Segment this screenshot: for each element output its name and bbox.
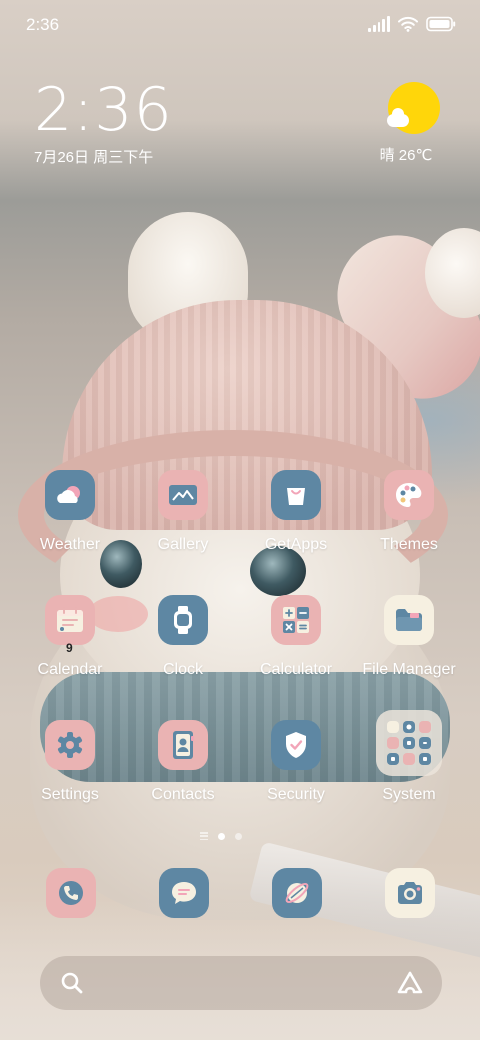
phone-icon[interactable] <box>46 868 96 918</box>
weather-text: 晴 26℃ <box>379 147 433 164</box>
contacts-book-icon <box>158 720 208 770</box>
shopping-bag-icon <box>271 470 321 520</box>
weather-icon <box>45 470 95 520</box>
calendar-day-badge: 9 <box>66 641 73 655</box>
app-getapps[interactable]: GetApps <box>236 470 356 580</box>
folder-icon <box>384 595 434 645</box>
wifi-icon <box>398 16 418 32</box>
app-label: Security <box>267 786 325 803</box>
app-label: Contacts <box>151 786 215 803</box>
status-icons <box>368 14 456 34</box>
app-label: Calendar <box>37 661 103 678</box>
watch-icon <box>158 595 208 645</box>
camera-icon[interactable] <box>385 868 435 918</box>
page-dot <box>235 832 242 840</box>
app-label: Clock <box>162 661 203 678</box>
app-label: Themes <box>380 536 438 553</box>
status-bar: 2:36 <box>0 0 480 50</box>
app-weather[interactable]: Weather <box>10 470 130 580</box>
app-label: Gallery <box>157 536 209 553</box>
signal-icon <box>368 16 390 32</box>
battery-icon <box>426 16 456 32</box>
message-bubble-icon[interactable] <box>159 868 209 918</box>
app-label: Weather <box>39 536 101 553</box>
app-security[interactable]: Security <box>236 720 356 830</box>
gallery-icon <box>158 470 208 520</box>
partly-sunny-icon <box>387 82 440 134</box>
search-bar[interactable] <box>40 956 442 1010</box>
app-label: GetApps <box>264 536 328 553</box>
app-label: Calculator <box>259 661 333 678</box>
app-clock[interactable]: Clock <box>123 595 243 705</box>
dock <box>0 868 480 918</box>
search-icon <box>60 971 84 1000</box>
app-calendar[interactable]: 9 Calendar <box>10 595 130 705</box>
app-file-manager[interactable]: File Manager <box>349 595 469 705</box>
page-dot-active <box>218 832 225 840</box>
shield-icon <box>271 720 321 770</box>
clock-widget[interactable]: 2:36 7月26日 周三下午 <box>34 78 173 167</box>
clock-time: 2:36 <box>34 75 173 145</box>
weather-widget[interactable]: 晴 26℃ <box>380 82 444 165</box>
palette-icon <box>384 470 434 520</box>
app-system-folder[interactable]: System <box>349 710 469 820</box>
calculator-icon <box>271 595 321 645</box>
assistant-icon[interactable] <box>396 970 424 1001</box>
globe-icon[interactable] <box>272 868 322 918</box>
page-indicator[interactable] <box>200 830 250 842</box>
page-list-icon <box>200 832 208 840</box>
clock-date: 7月26日 周三下午 <box>34 149 154 166</box>
app-label: File Manager <box>362 661 456 678</box>
app-label: Settings <box>41 786 99 803</box>
status-time: 2:36 <box>26 15 60 34</box>
app-settings[interactable]: Settings <box>10 720 130 830</box>
calendar-icon: 9 <box>45 595 95 655</box>
app-gallery[interactable]: Gallery <box>123 470 243 580</box>
app-label: System <box>382 786 436 803</box>
app-contacts[interactable]: Contacts <box>123 720 243 830</box>
folder-grid-icon <box>376 710 442 776</box>
app-calculator[interactable]: Calculator <box>236 595 356 705</box>
gear-icon <box>45 720 95 770</box>
app-themes[interactable]: Themes <box>349 470 469 580</box>
